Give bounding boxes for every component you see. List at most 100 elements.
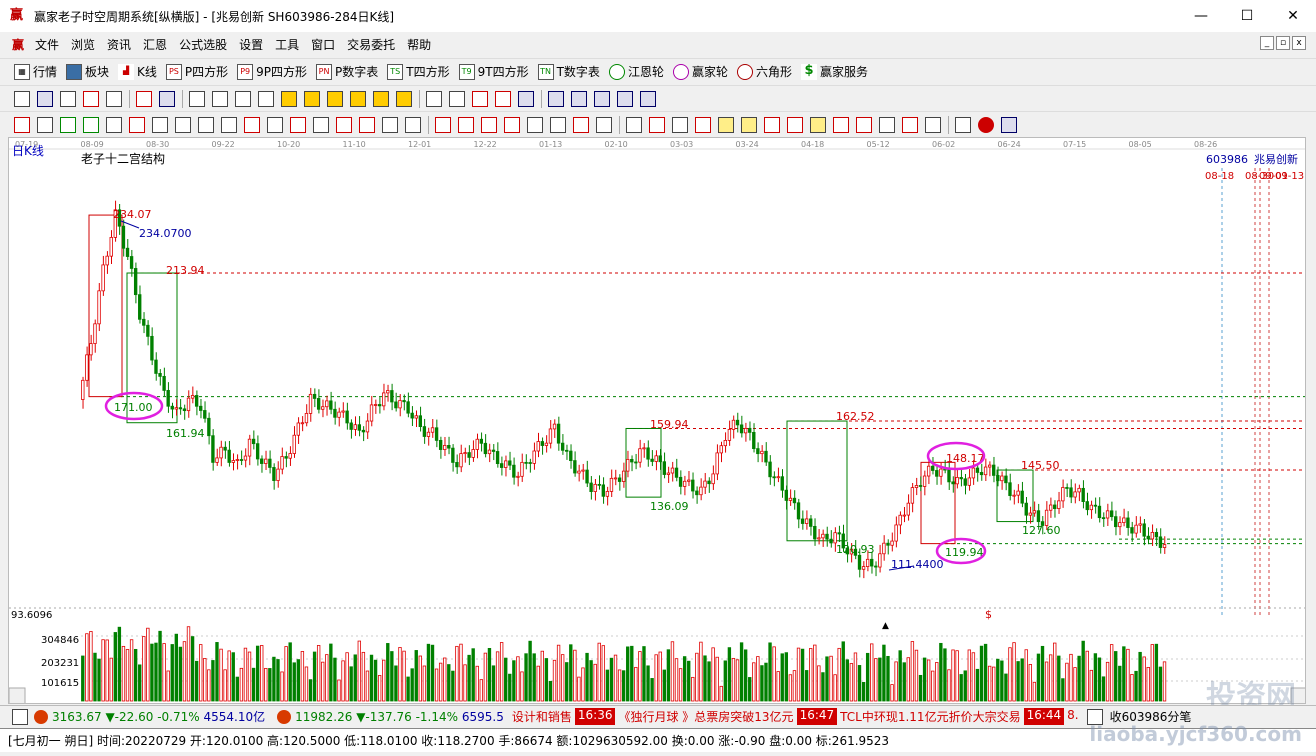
diamond-left-icon[interactable] xyxy=(327,90,343,107)
p9-square-button[interactable]: P9 9P四方形 xyxy=(237,63,307,80)
fib6-icon[interactable] xyxy=(810,116,826,133)
pen-icon[interactable] xyxy=(14,116,30,133)
next-icon[interactable] xyxy=(258,90,274,107)
box2-icon[interactable] xyxy=(458,116,474,133)
ruler-icon[interactable] xyxy=(626,116,642,133)
columns-icon[interactable] xyxy=(382,116,398,133)
kline-button[interactable]: ▟ K线 xyxy=(118,63,157,80)
line-tool-icon[interactable] xyxy=(472,90,488,107)
flag-icon[interactable] xyxy=(159,90,175,107)
box-icon[interactable] xyxy=(435,116,451,133)
diamond-down-icon[interactable] xyxy=(304,90,320,107)
angle-icon[interactable] xyxy=(221,116,237,133)
menu-trade[interactable]: 交易委托 xyxy=(342,36,402,53)
kline-chart[interactable]: 07-19 08-09 08-30 09-22 10-20 11-10 12-01 12-22… xyxy=(9,138,1306,704)
p-square-button[interactable]: PS P四方形 xyxy=(165,63,228,80)
hatch-icon[interactable] xyxy=(481,116,497,133)
quotes-button[interactable]: ▦ 行情 xyxy=(14,63,57,80)
diamond-up-icon[interactable] xyxy=(281,90,297,107)
mdi-restore-button[interactable]: ▫ xyxy=(1276,36,1290,50)
p-number-table-button[interactable]: PN P数字表 xyxy=(316,63,378,80)
service-button[interactable]: $ 赢家服务 xyxy=(800,63,868,80)
lines-icon[interactable] xyxy=(596,116,612,133)
first-page-icon[interactable] xyxy=(189,90,205,107)
menu-info[interactable]: 资讯 xyxy=(102,36,138,53)
bars-icon[interactable] xyxy=(175,116,191,133)
menu-window[interactable]: 窗口 xyxy=(306,36,342,53)
comb2-icon[interactable] xyxy=(60,116,76,133)
diamond-zoom-out-icon[interactable] xyxy=(396,90,412,107)
slope-icon[interactable] xyxy=(527,116,543,133)
print-icon[interactable] xyxy=(640,90,656,107)
news-ticker[interactable]: 设计和销售 16:36 《独行月球 》总票房突破13亿元 16:47 TCL中环… xyxy=(512,708,1079,725)
diamond-right-icon[interactable] xyxy=(350,90,366,107)
wave-icon[interactable] xyxy=(550,116,566,133)
menu-file[interactable]: 文件 xyxy=(30,36,66,53)
bars2-icon[interactable] xyxy=(198,116,214,133)
infinity-icon[interactable] xyxy=(1001,116,1017,133)
chart-type-icon[interactable] xyxy=(83,90,99,107)
fib9-icon[interactable] xyxy=(879,116,895,133)
menu-help[interactable]: 帮助 xyxy=(402,36,438,53)
winner-wheel-button[interactable]: 赢家轮 xyxy=(672,63,728,80)
minimize-button[interactable]: — xyxy=(1178,0,1224,32)
menu-browse[interactable]: 浏览 xyxy=(66,36,102,53)
candle-icon[interactable] xyxy=(106,90,122,107)
mdi-minimize-button[interactable]: _ xyxy=(1260,36,1274,50)
fib2-icon[interactable] xyxy=(718,116,734,133)
hatch2-icon[interactable] xyxy=(504,116,520,133)
export-icon[interactable] xyxy=(617,90,633,107)
compass-icon[interactable] xyxy=(267,116,283,133)
sectors-button[interactable]: 板块 xyxy=(66,63,109,80)
last-page-icon[interactable] xyxy=(212,90,228,107)
comb-icon[interactable] xyxy=(37,116,53,133)
comb5-icon[interactable] xyxy=(129,116,145,133)
close-button[interactable]: ✕ xyxy=(1270,0,1316,32)
fan-icon[interactable] xyxy=(313,116,329,133)
menu-formula[interactable]: 公式选股 xyxy=(174,36,234,53)
app-menu-icon[interactable]: 赢 xyxy=(12,36,30,53)
hand-icon[interactable] xyxy=(426,90,442,107)
layout-icon[interactable] xyxy=(14,90,30,107)
menu-tools[interactable]: 工具 xyxy=(270,36,306,53)
sh-index[interactable]: 3163.67 ▼-22.60 -0.71% 4554.10亿 xyxy=(52,708,265,725)
maximize-button[interactable]: ☐ xyxy=(1224,0,1270,32)
comb4-icon[interactable] xyxy=(106,116,122,133)
star-icon[interactable] xyxy=(290,116,306,133)
table2-icon[interactable] xyxy=(955,116,971,133)
fib5-icon[interactable] xyxy=(787,116,803,133)
fib8-icon[interactable] xyxy=(856,116,872,133)
shape-tool-icon[interactable] xyxy=(518,90,534,107)
calendar-icon[interactable] xyxy=(548,90,564,107)
prev-icon[interactable] xyxy=(235,90,251,107)
fib4-icon[interactable] xyxy=(764,116,780,133)
target-icon[interactable] xyxy=(244,116,260,133)
t-square-button[interactable]: TS T四方形 xyxy=(387,63,450,80)
fib7-icon[interactable] xyxy=(833,116,849,133)
columns2-icon[interactable] xyxy=(405,116,421,133)
percent-slash-icon[interactable] xyxy=(649,116,665,133)
formula-icon[interactable] xyxy=(60,90,76,107)
chart-area[interactable]: 07-19 08-09 08-30 09-22 10-20 11-10 12-01 12-22… xyxy=(8,137,1306,704)
gann-wheel-button[interactable]: 江恩轮 xyxy=(608,63,664,80)
sz-index[interactable]: 11982.26 ▼-137.76 -1.14% 6595.5 xyxy=(295,710,504,724)
fib3-icon[interactable] xyxy=(741,116,757,133)
mdi-close-button[interactable]: x xyxy=(1292,36,1306,50)
t-number-table-button[interactable]: TN T数字表 xyxy=(537,63,600,80)
menu-huien[interactable]: 汇恩 xyxy=(138,36,174,53)
text-tool-icon[interactable] xyxy=(495,90,511,107)
fib10-icon[interactable] xyxy=(902,116,918,133)
fib11-icon[interactable] xyxy=(925,116,941,133)
hexagon-button[interactable]: 六角形 xyxy=(736,63,792,80)
t9-square-button[interactable]: T9 9T四方形 xyxy=(458,63,529,80)
grid-icon[interactable] xyxy=(571,90,587,107)
fib-icon[interactable] xyxy=(695,116,711,133)
cycle-icon[interactable] xyxy=(136,90,152,107)
draw-mode-icon[interactable] xyxy=(37,90,53,107)
taiji-icon[interactable] xyxy=(978,116,994,133)
grid-hatch-icon[interactable] xyxy=(573,116,589,133)
fork2-icon[interactable] xyxy=(359,116,375,133)
crosshair-icon[interactable] xyxy=(449,90,465,107)
circle-grid-icon[interactable] xyxy=(152,116,168,133)
diamond-zoom-in-icon[interactable] xyxy=(373,90,389,107)
